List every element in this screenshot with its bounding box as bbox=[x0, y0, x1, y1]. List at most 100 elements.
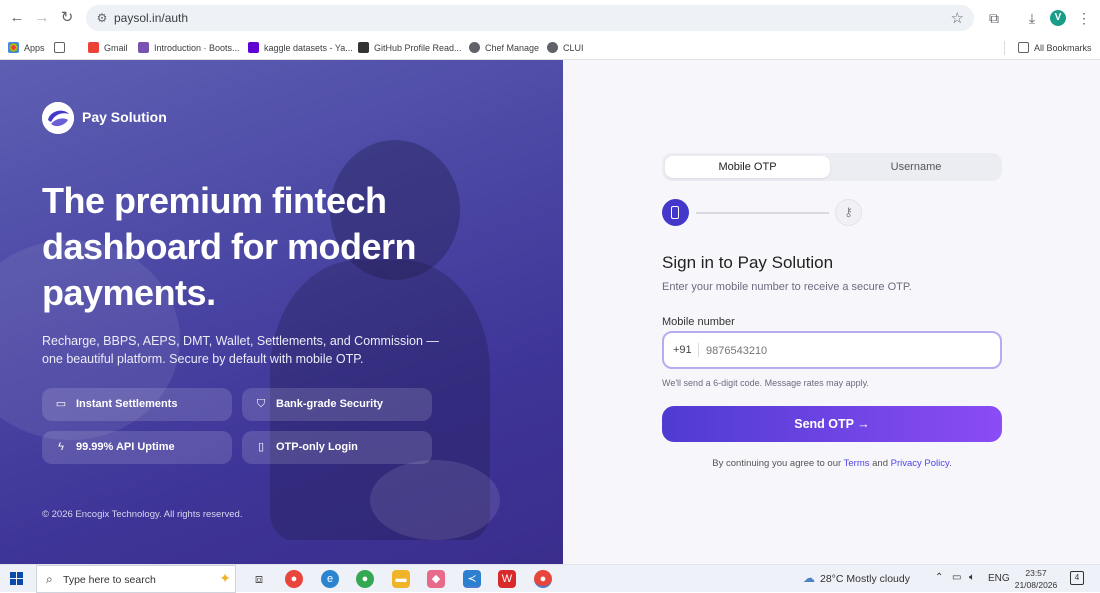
search-icon: ⌕ bbox=[46, 572, 53, 586]
tab-username[interactable]: Username bbox=[833, 156, 999, 178]
step-key: ⚷ bbox=[835, 199, 862, 226]
signin-title: Sign in to Pay Solution bbox=[662, 253, 834, 272]
clock-time: 23:57 bbox=[1025, 568, 1047, 578]
bookmark-apps[interactable]: Apps bbox=[8, 40, 45, 56]
grid-icon bbox=[54, 42, 65, 53]
terms-link[interactable]: Terms bbox=[844, 458, 870, 469]
key-icon: ⚷ bbox=[844, 205, 853, 219]
login-method-tabs: Mobile OTP Username bbox=[662, 153, 1002, 181]
brand-logo bbox=[42, 102, 74, 134]
hero-panel: Pay Solution The premium fintech dashboa… bbox=[0, 60, 563, 564]
volume-icon[interactable]: 🔈︎ bbox=[969, 572, 975, 583]
background-photo bbox=[370, 460, 500, 540]
browser-toolbar: ← → ↻ ⚙ paysol.in/auth ☆ ⧉ ⤓ V ⋮ bbox=[0, 0, 1100, 36]
phone-icon bbox=[671, 206, 679, 219]
terms-notice: By continuing you agree to our Terms and… bbox=[662, 458, 1002, 469]
wallet-icon: ▭ bbox=[55, 398, 67, 410]
back-icon[interactable]: ← bbox=[8, 9, 26, 27]
send-otp-button[interactable]: Send OTP → bbox=[662, 406, 1002, 442]
arrow-right-icon: → bbox=[857, 417, 870, 431]
chrome-profile-icon[interactable]: ● bbox=[356, 570, 374, 588]
language-indicator[interactable]: ENG bbox=[988, 573, 1010, 584]
cloud-icon: ☁ bbox=[803, 571, 815, 585]
feature-label: OTP-only Login bbox=[276, 441, 358, 453]
auth-panel: Mobile OTP Username ⚷ Sign in to Pay Sol… bbox=[563, 60, 1100, 564]
bookmarks-bar: Apps Gmail Introduction · Boots... kaggl… bbox=[0, 36, 1100, 60]
menu-icon[interactable]: ⋮ bbox=[1075, 9, 1093, 27]
globe-icon bbox=[469, 42, 480, 53]
otp-hint: We'll send a 6-digit code. Message rates… bbox=[662, 378, 869, 388]
hero-subcopy: Recharge, BBPS, AEPS, DMT, Wallet, Settl… bbox=[42, 334, 439, 366]
bookmark-gmail[interactable]: Gmail bbox=[88, 40, 128, 56]
folder-icon bbox=[1018, 42, 1029, 53]
battery-icon[interactable]: ▭ bbox=[952, 572, 961, 583]
copyright-text: © 2026 Encogix Technology. All rights re… bbox=[42, 509, 243, 520]
feature-otp-only-login: ▯ OTP-only Login bbox=[242, 431, 432, 464]
feature-label: Instant Settlements bbox=[76, 398, 178, 410]
bookmark-bootstrap[interactable]: Introduction · Boots... bbox=[138, 40, 240, 56]
mobile-number-input[interactable] bbox=[706, 341, 986, 361]
task-view-icon[interactable]: ⧈ bbox=[250, 570, 268, 588]
divider bbox=[698, 343, 699, 357]
feature-label: 99.99% API Uptime bbox=[76, 441, 175, 453]
bookmark-chef[interactable]: Chef Manage bbox=[469, 40, 539, 56]
apps-grid-icon bbox=[8, 42, 19, 53]
feature-bank-grade-security: ⛉ Bank-grade Security bbox=[242, 388, 432, 421]
country-code: +91 bbox=[673, 344, 692, 356]
bookmark-github[interactable]: GitHub Profile Read... bbox=[358, 40, 462, 56]
edge-icon[interactable]: e bbox=[321, 570, 339, 588]
address-bar[interactable]: ⚙ paysol.in/auth ☆ bbox=[86, 5, 974, 31]
chrome-active-icon[interactable]: ● bbox=[534, 570, 552, 588]
phone-icon: ▯ bbox=[257, 441, 265, 453]
step-progress-line bbox=[696, 212, 829, 214]
step-phone-active bbox=[662, 199, 689, 226]
bookmark-grid[interactable] bbox=[54, 40, 70, 56]
bookmark-star-icon[interactable]: ☆ bbox=[951, 9, 964, 27]
hero-headline: The premium fintech dashboard for modern… bbox=[42, 180, 417, 313]
taskbar-search[interactable]: ⌕ Type here to search ✦ bbox=[36, 565, 236, 593]
signin-subtitle: Enter your mobile number to receive a se… bbox=[662, 281, 912, 293]
windows-taskbar: ⌕ Type here to search ✦ ⧈ ● e ● ▬ ◆ ≺ W … bbox=[0, 564, 1100, 593]
url-text[interactable]: paysol.in/auth bbox=[114, 11, 188, 25]
weather-widget[interactable]: ☁ 28°C Mostly cloudy bbox=[803, 571, 910, 585]
shield-icon: ⛉ bbox=[256, 398, 266, 410]
extensions-icon[interactable]: ⧉ bbox=[985, 9, 1003, 27]
bookmark-clui[interactable]: CLUI bbox=[547, 40, 584, 56]
forward-icon[interactable]: → bbox=[33, 9, 51, 27]
mobile-number-field[interactable]: +91 bbox=[662, 331, 1002, 369]
chevron-up-icon[interactable]: ⌃ bbox=[935, 572, 943, 583]
terms-suffix: . bbox=[949, 458, 952, 469]
feature-label: Bank-grade Security bbox=[276, 398, 383, 410]
reload-icon[interactable]: ↻ bbox=[58, 9, 76, 27]
tab-mobile-otp[interactable]: Mobile OTP bbox=[665, 156, 830, 178]
all-bookmarks[interactable]: All Bookmarks bbox=[1018, 40, 1092, 56]
site-settings-icon[interactable]: ⚙ bbox=[94, 10, 110, 26]
bootstrap-icon bbox=[138, 42, 149, 53]
lightning-icon: ϟ bbox=[58, 441, 64, 453]
file-explorer-icon[interactable]: ▬ bbox=[392, 570, 410, 588]
globe-icon bbox=[547, 42, 558, 53]
brand-name: Pay Solution bbox=[82, 109, 167, 125]
wps-icon[interactable]: W bbox=[498, 570, 516, 588]
chrome-icon[interactable]: ● bbox=[285, 570, 303, 588]
clock[interactable]: 23:57 21/08/2026 bbox=[1012, 567, 1060, 591]
download-icon[interactable]: ⤓ bbox=[1023, 9, 1041, 27]
feature-api-uptime: ϟ 99.99% API Uptime bbox=[42, 431, 232, 464]
weather-text: 28°C Mostly cloudy bbox=[820, 573, 910, 585]
notifications-icon[interactable]: 4 bbox=[1070, 571, 1084, 585]
feature-instant-settlements: ▭ Instant Settlements bbox=[42, 388, 232, 421]
github-icon bbox=[358, 42, 369, 53]
vscode-icon[interactable]: ≺ bbox=[463, 570, 481, 588]
postman-icon[interactable]: ◆ bbox=[427, 570, 445, 588]
bookmark-kaggle[interactable]: kaggle datasets - Ya... bbox=[248, 40, 353, 56]
windows-start-icon[interactable] bbox=[10, 572, 24, 586]
yahoo-icon bbox=[248, 42, 259, 53]
terms-prefix: By continuing you agree to our bbox=[712, 458, 842, 469]
sparkle-icon: ✦ bbox=[219, 570, 231, 586]
privacy-policy-link[interactable]: Privacy Policy bbox=[891, 458, 949, 469]
terms-and: and bbox=[872, 458, 888, 469]
divider bbox=[1004, 41, 1005, 55]
gmail-icon bbox=[88, 42, 99, 53]
mobile-number-label: Mobile number bbox=[662, 316, 735, 328]
profile-avatar[interactable]: V bbox=[1050, 10, 1066, 26]
